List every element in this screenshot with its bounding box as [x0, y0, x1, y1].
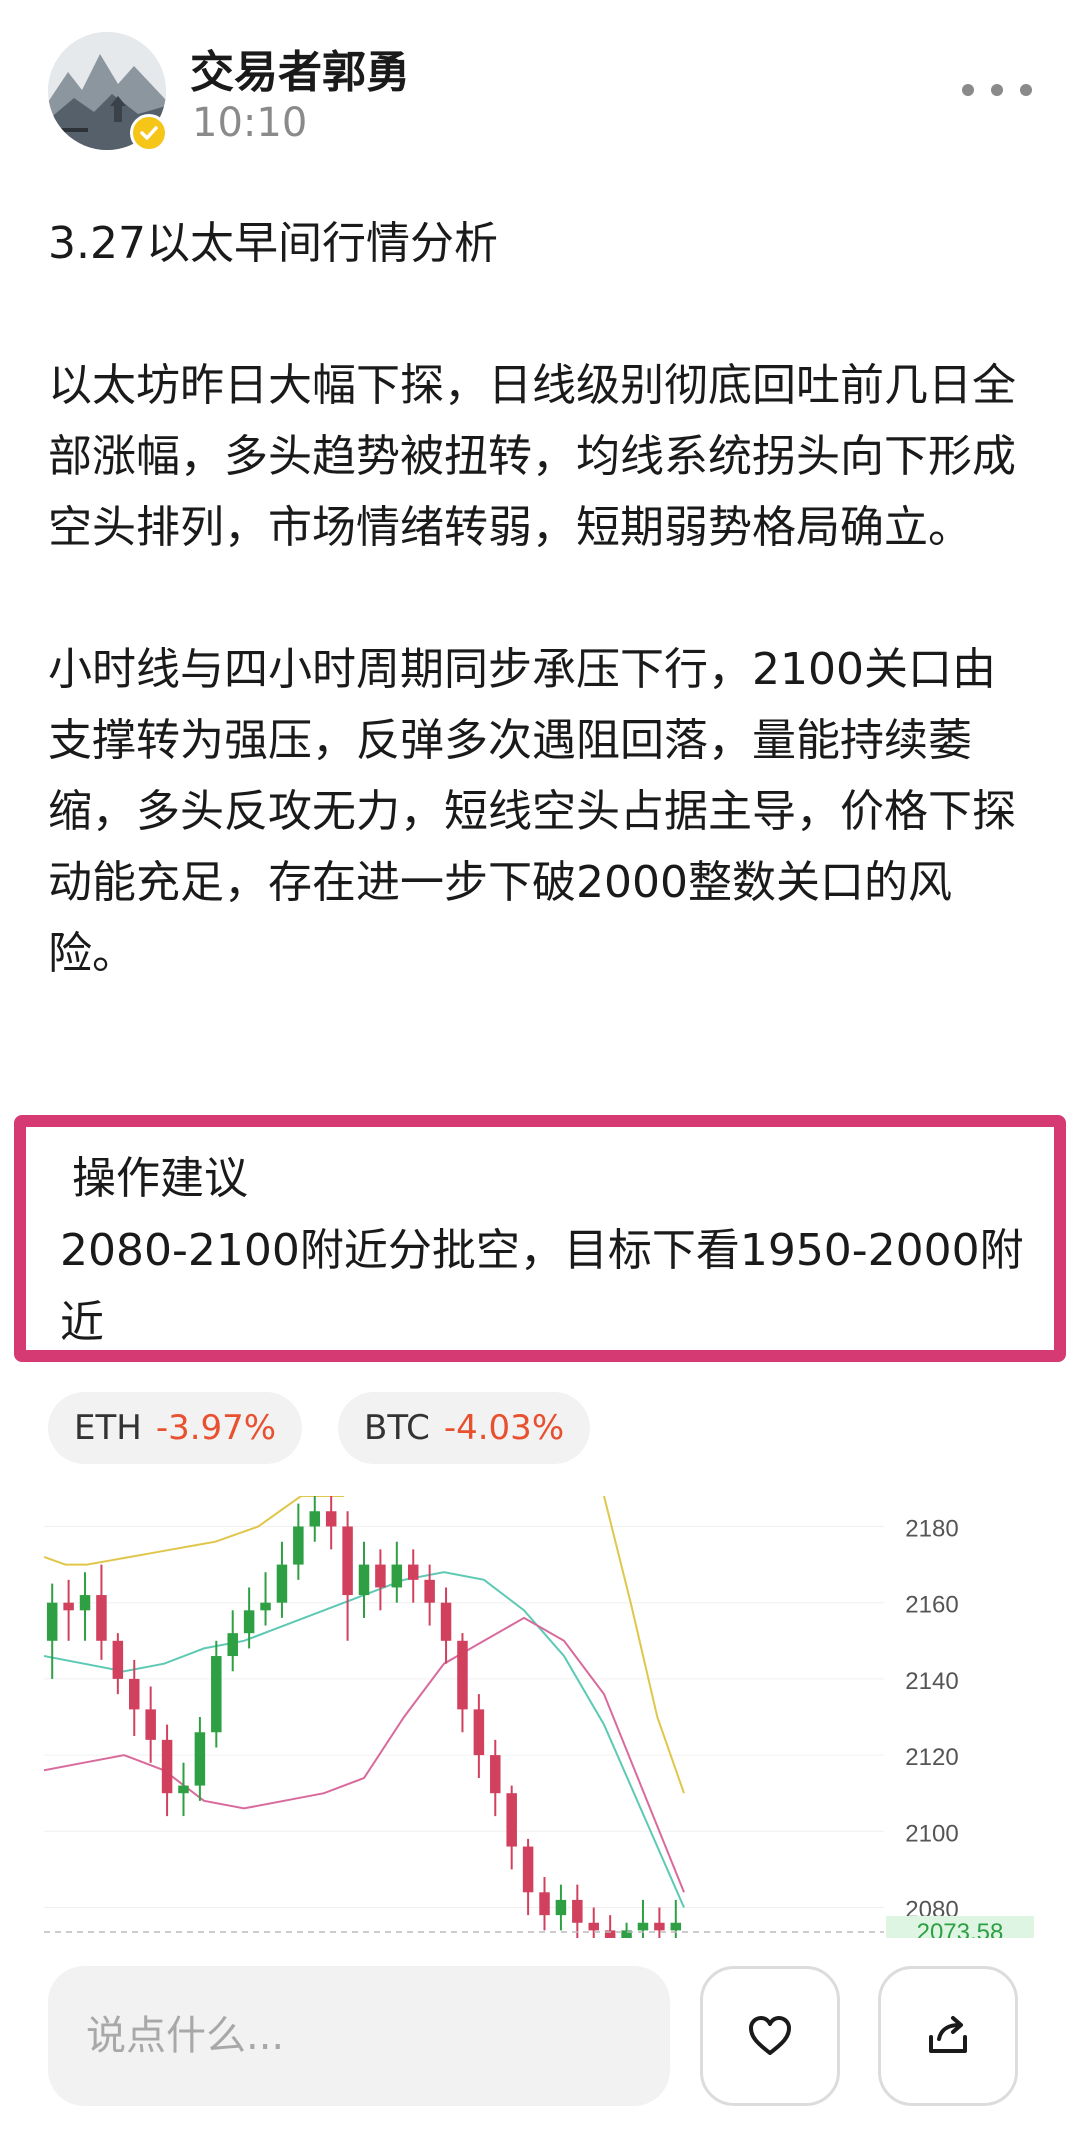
- candle-body: [490, 1755, 501, 1794]
- candle-body: [407, 1564, 419, 1580]
- ma-line: [603, 1496, 685, 1794]
- candle-body: [211, 1656, 222, 1733]
- author-name[interactable]: 交易者郭勇: [190, 36, 410, 100]
- ticker-symbol: ETH: [74, 1408, 142, 1448]
- like-button[interactable]: [700, 1966, 840, 2106]
- ticker-change: -4.03%: [443, 1408, 565, 1448]
- candle-body: [637, 1922, 649, 1931]
- candle-body: [539, 1892, 550, 1916]
- ticker-change: -3.97%: [155, 1408, 277, 1448]
- verified-badge-icon: [130, 114, 168, 152]
- candle-body: [473, 1709, 485, 1756]
- post-header: 交易者郭勇 10:10: [0, 0, 1080, 170]
- candle-body: [96, 1595, 107, 1641]
- candle-body: [243, 1610, 255, 1634]
- advice-text: 2080-2100附近分批空，目标下看1950-2000附近: [60, 1225, 1024, 1348]
- candle-body: [358, 1564, 370, 1596]
- post-title: 3.27以太早间行情分析: [48, 218, 498, 269]
- candle-body: [457, 1640, 468, 1710]
- heart-icon: [749, 2016, 791, 2055]
- ticker-symbol: BTC: [364, 1408, 430, 1448]
- y-tick-label: 2120: [905, 1744, 958, 1771]
- candle-body: [112, 1640, 124, 1679]
- ticker-chip-eth[interactable]: ETH -3.97%: [48, 1392, 303, 1464]
- candle-body: [194, 1732, 206, 1786]
- candle-body: [342, 1526, 353, 1596]
- candle-body: [572, 1899, 583, 1923]
- share-icon: [929, 2016, 967, 2053]
- candle-body: [276, 1564, 288, 1603]
- candle-body: [227, 1633, 238, 1657]
- y-tick-label: 2100: [905, 1820, 958, 1847]
- candle-body: [424, 1579, 435, 1603]
- middle-band-line: [44, 1571, 685, 1908]
- post-time: 10:10: [192, 100, 308, 146]
- comment-input[interactable]: [48, 1966, 670, 2106]
- candle-body: [506, 1793, 517, 1847]
- candlestick-chart: 2180216021402120210020802073.58: [44, 1496, 1034, 1938]
- y-tick-label: 2140: [905, 1668, 958, 1695]
- candle-body: [63, 1602, 74, 1611]
- bottom-action-bar: [0, 1960, 1080, 2135]
- candle-body: [46, 1602, 58, 1641]
- advice-title: 操作建议: [72, 1153, 248, 1204]
- post-paragraph: 小时线与四小时周期同步承压下行，2100关口由支撑转为强压，反弹多次遇阻回落，量…: [48, 644, 1016, 979]
- candle-body: [325, 1511, 337, 1527]
- current-price-label: 2073.58: [917, 1919, 1004, 1938]
- candle-body: [260, 1602, 271, 1611]
- candle-body: [178, 1785, 189, 1794]
- y-tick-label: 2160: [905, 1592, 958, 1619]
- candle-body: [129, 1678, 140, 1710]
- candle-body: [522, 1846, 534, 1893]
- y-tick-label: 2180: [905, 1515, 958, 1542]
- candle-body: [391, 1564, 403, 1588]
- candle-body: [145, 1709, 156, 1740]
- candle-body: [375, 1564, 386, 1588]
- candle-body: [440, 1602, 452, 1641]
- candle-body: [309, 1511, 321, 1527]
- candle-body: [161, 1739, 173, 1794]
- trade-advice-box: 操作建议 2080-2100附近分批空，目标下看1950-2000附近: [14, 1115, 1066, 1362]
- post-body: 3.27以太早间行情分析 以太坊昨日大幅下探，日线级别彻底回吐前几日全部涨幅，多…: [48, 208, 1028, 1060]
- price-chart[interactable]: 2180 2160 2140 2120 2100 2080 2073.58: [44, 1496, 1034, 1938]
- candle-body: [654, 1922, 665, 1931]
- post-paragraph: 以太坊昨日大幅下探，日线级别彻底回吐前几日全部涨幅，多头趋势被扭转，均线系统拐头…: [48, 360, 1016, 553]
- candle-body: [293, 1526, 304, 1565]
- candle-body: [588, 1922, 599, 1931]
- candle-body: [555, 1899, 567, 1916]
- more-options-icon[interactable]: [962, 70, 1032, 110]
- share-button[interactable]: [878, 1966, 1018, 2106]
- candle-body: [79, 1595, 91, 1611]
- candle-body: [670, 1922, 682, 1931]
- ticker-chip-btc[interactable]: BTC -4.03%: [338, 1392, 591, 1464]
